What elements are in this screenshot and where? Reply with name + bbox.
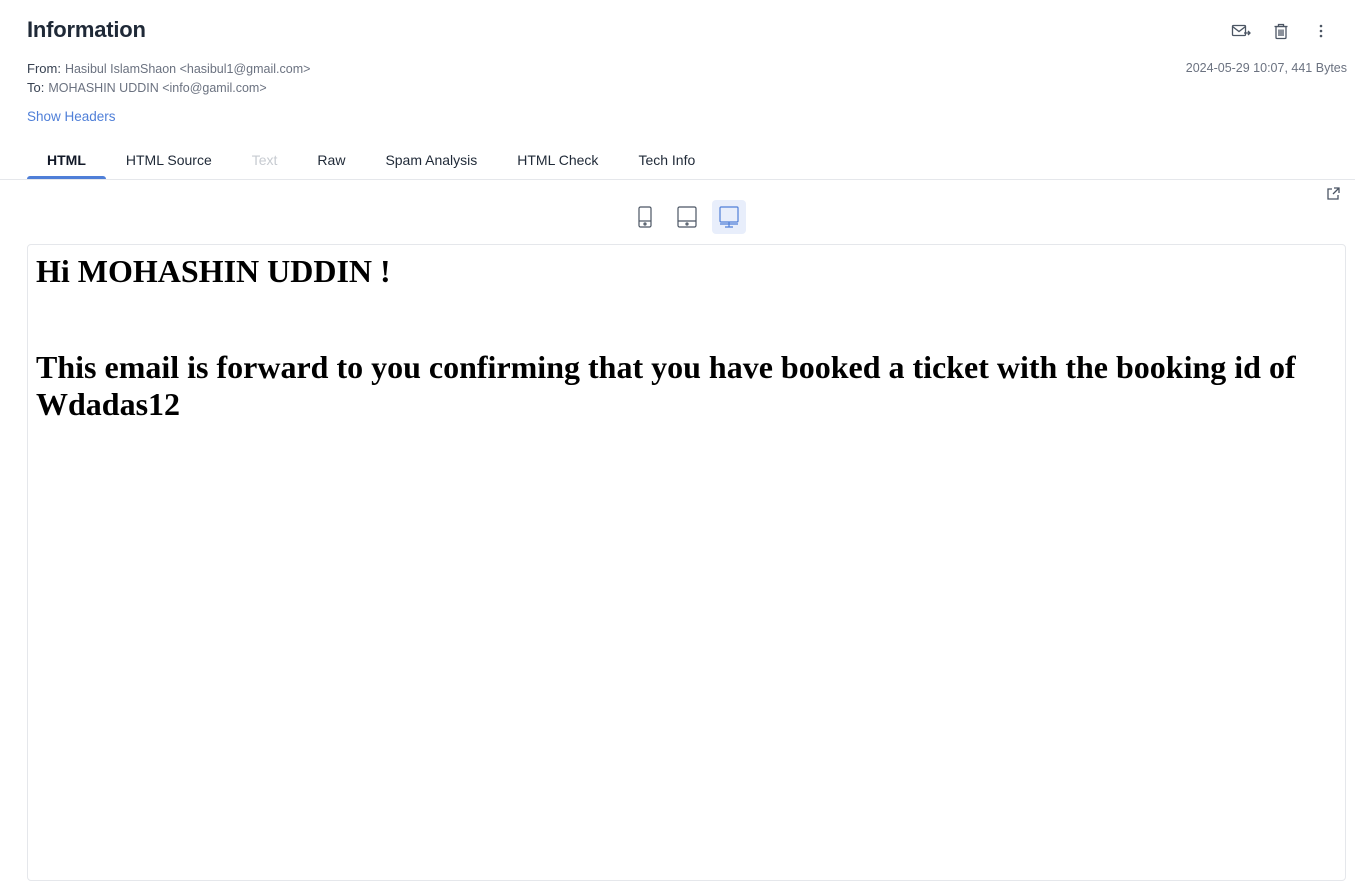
to-address: MOHASHIN UDDIN <info@gamil.com> [48,81,267,95]
email-body-text: This email is forward to you confirming … [36,349,1296,422]
tablet-view-button[interactable] [670,200,704,234]
trash-icon [1274,23,1288,39]
tabs-divider [0,179,1355,180]
tab-tech-info[interactable]: Tech Info [618,140,715,180]
to-line: To: MOHASHIN UDDIN <info@gamil.com> [27,80,267,95]
from-label: From: [27,61,61,76]
view-tabs: HTML HTML Source Text Raw Spam Analysis … [27,140,715,180]
tab-html-check[interactable]: HTML Check [497,140,618,180]
external-link-icon [1327,187,1340,200]
forward-mail-icon [1231,24,1251,37]
tab-spam-analysis[interactable]: Spam Analysis [365,140,497,180]
tab-text: Text [251,152,278,168]
more-vertical-icon [1319,24,1323,38]
to-label: To: [27,80,45,95]
tab-raw[interactable]: Raw [297,140,365,180]
message-date-size: 2024-05-29 10:07, 441 Bytes [1185,61,1347,75]
mobile-view-button[interactable] [628,200,662,234]
device-size-toggle [628,200,746,234]
message-actions [1221,18,1341,44]
show-headers-link[interactable]: Show Headers [27,109,116,124]
html-preview-frame: Hi MOHASHIN UDDIN ! This email is forwar… [27,244,1346,881]
forward-mail-button[interactable] [1221,18,1261,44]
tab-html[interactable]: HTML [27,140,106,180]
tab-html-source[interactable]: HTML Source [106,140,232,180]
message-view: Information From: Hasibul IslamShaon <has… [0,0,1355,895]
desktop-icon [719,206,739,228]
message-subject: Information [27,17,146,42]
from-line: From: Hasibul IslamShaon <hasibul1@gmail.… [27,61,310,76]
delete-button[interactable] [1261,18,1301,44]
tablet-icon [677,206,697,228]
email-greeting: Hi MOHASHIN UDDIN ! [36,253,391,289]
more-options-button[interactable] [1301,18,1341,44]
from-address: Hasibul IslamShaon <hasibul1@gmail.com> [64,62,311,76]
desktop-view-button[interactable] [712,200,746,234]
open-in-new-window-button[interactable] [1325,186,1341,202]
mobile-icon [638,206,652,228]
